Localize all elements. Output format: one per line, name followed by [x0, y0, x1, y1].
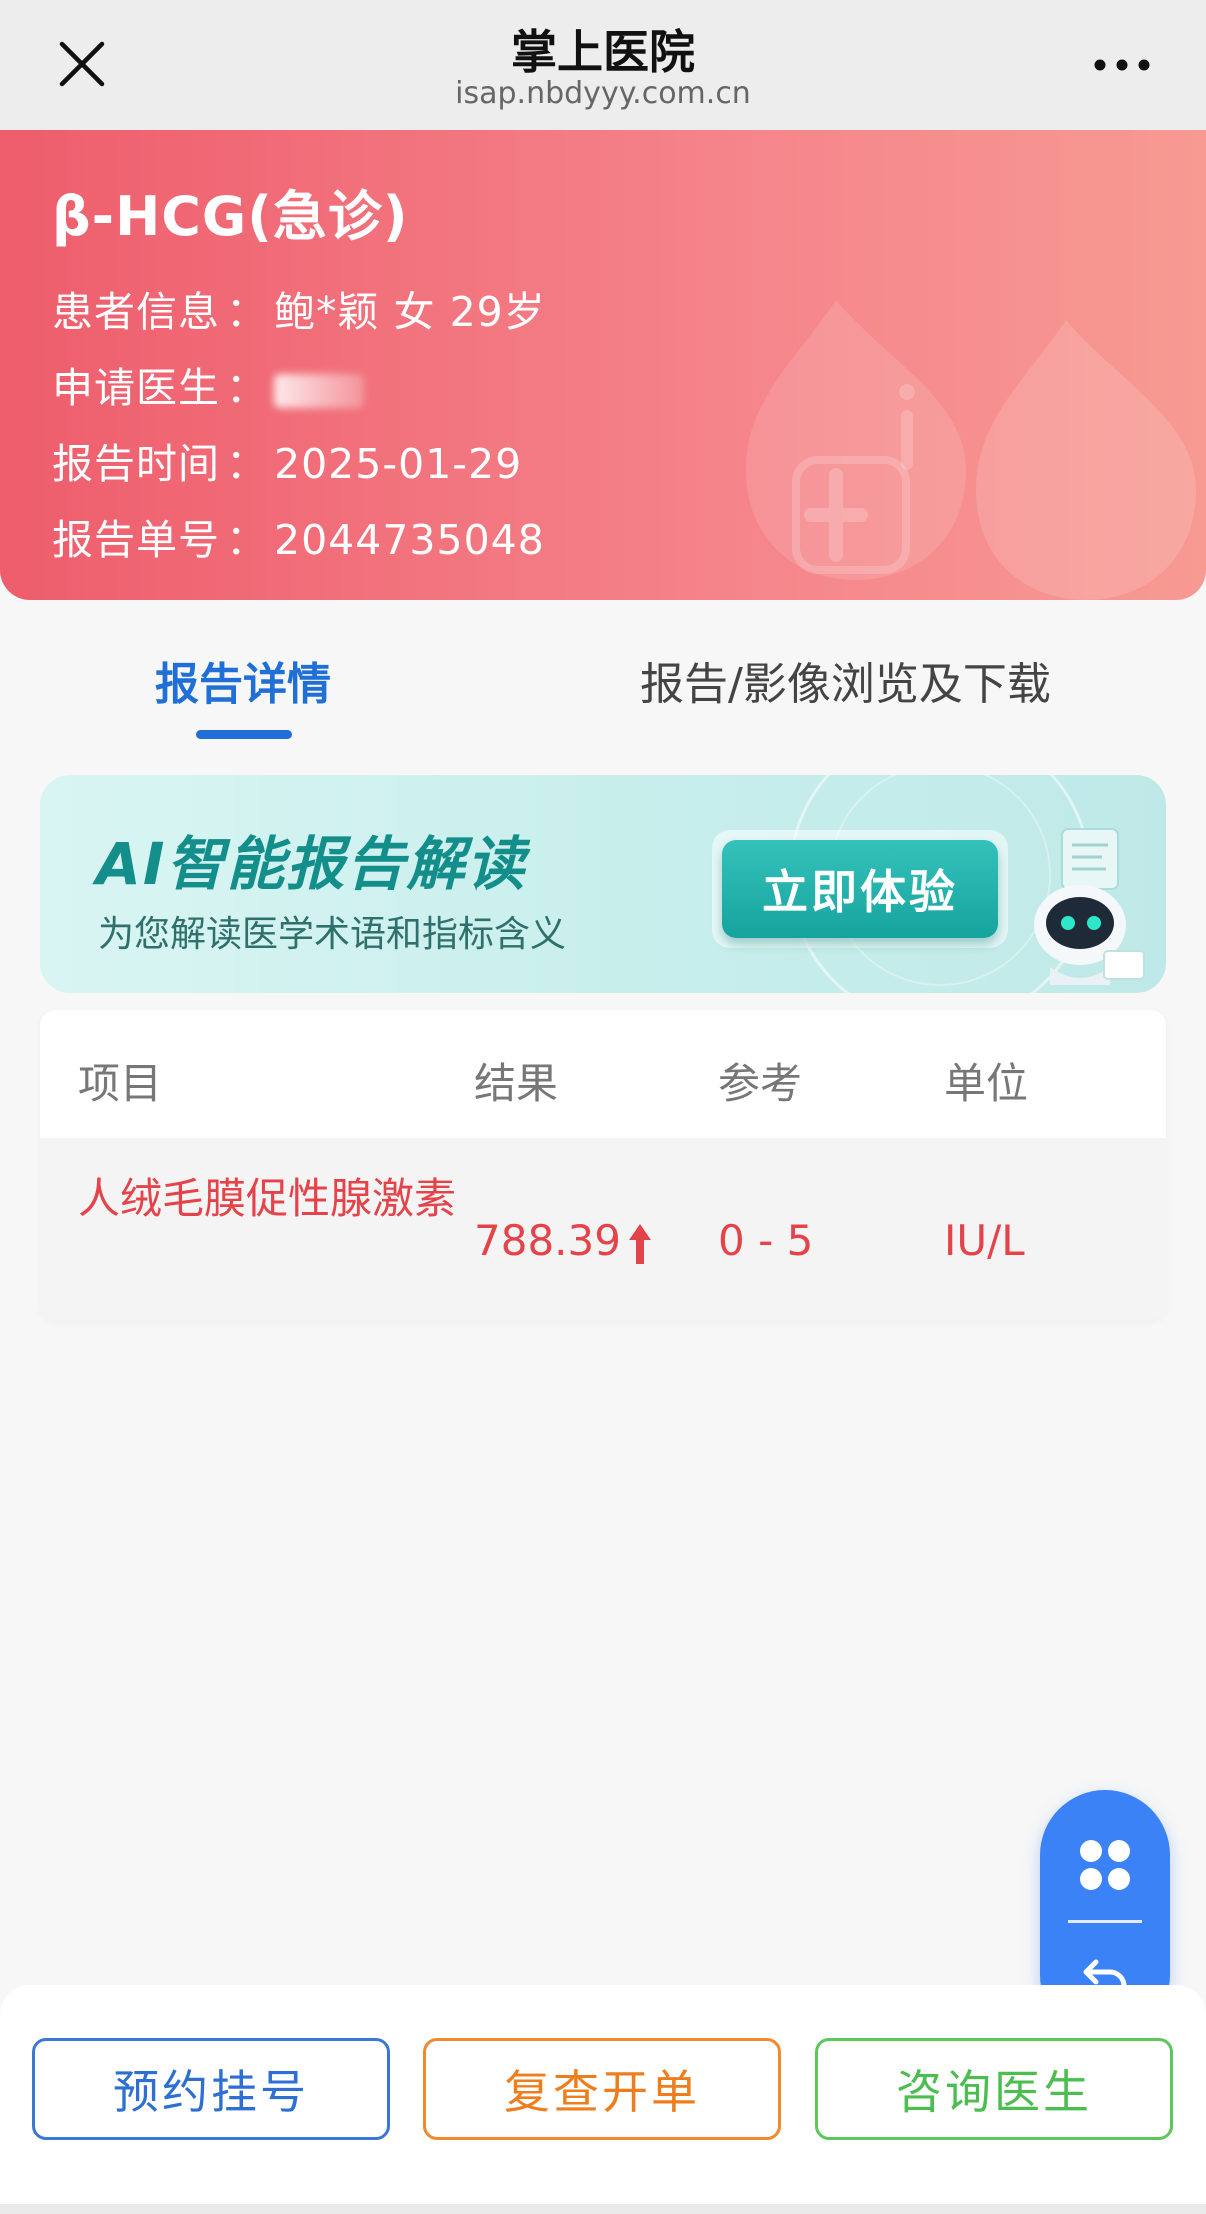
cell-item-name: 人绒毛膜促性腺激素	[78, 1174, 457, 1223]
table-row[interactable]: 人绒毛膜促性腺激素 788.39 0 - 5 IU/L	[40, 1138, 1166, 1320]
patient-info-label: 患者信息	[52, 288, 220, 336]
column-header-result: 结果	[474, 1059, 559, 1108]
separator: ：	[226, 364, 268, 412]
doctor-label: 申请医生	[52, 364, 220, 412]
home-indicator	[0, 2204, 1206, 2214]
doctor-row: 申请医生：	[52, 354, 364, 414]
ai-button-frame: 立即体验	[712, 830, 1008, 948]
page-url: isap.nbdyyy.com.cn	[455, 76, 751, 111]
consult-doctor-button[interactable]: 咨询医生	[815, 2038, 1173, 2140]
nav-bar: 掌上医院 isap.nbdyyy.com.cn	[0, 0, 1206, 130]
report-time-value: 2025-01-29	[274, 440, 523, 488]
cell-reference: 0 - 5	[718, 1216, 814, 1265]
column-header-reference: 参考	[718, 1059, 803, 1108]
ai-banner-title: AI智能报告解读	[96, 830, 527, 898]
report-header-card: β-HCG(急诊) 患者信息：鲍*颖 女 29岁 申请医生： 报告时间： 2025…	[0, 130, 1206, 600]
try-now-button[interactable]: 立即体验	[722, 840, 998, 938]
patient-info-row: 患者信息：鲍*颖 女 29岁	[52, 278, 546, 338]
tab-report-images-download[interactable]: 报告/影像浏览及下载	[640, 648, 1051, 712]
report-number-label: 报告单号	[52, 516, 220, 564]
separator: ：	[226, 440, 268, 488]
ai-banner-subtitle: 为您解读医学术语和指标含义	[98, 914, 567, 955]
page-title: 掌上医院	[511, 25, 695, 79]
report-number-value: 2044735048	[274, 516, 545, 564]
separator: ：	[226, 288, 268, 336]
book-appointment-button[interactable]: 预约挂号	[32, 2038, 390, 2140]
cell-result: 788.39	[474, 1216, 653, 1266]
report-time-row: 报告时间： 2025-01-29	[52, 430, 522, 490]
more-dots-icon[interactable]	[1090, 40, 1154, 90]
report-title: β-HCG(急诊)	[52, 185, 409, 248]
separator: ：	[226, 516, 268, 564]
redacted-doctor-name	[274, 374, 364, 408]
result-table: 项目 结果 参考 单位 人绒毛膜促性腺激素 788.39 0 - 5 IU/L	[40, 1010, 1166, 1320]
report-number-row: 报告单号： 2044735048	[52, 506, 545, 566]
active-tab-indicator	[196, 730, 292, 739]
table-header: 项目 结果 参考 单位	[40, 1010, 1166, 1138]
ai-report-banner[interactable]: AI智能报告解读 为您解读医学术语和指标含义 立即体验	[40, 775, 1166, 993]
robot-icon	[1034, 828, 1145, 985]
patient-info-value: 鲍*颖 女 29岁	[274, 288, 546, 336]
recheck-order-button[interactable]: 复查开单	[423, 2038, 781, 2140]
report-time-label: 报告时间	[52, 440, 220, 488]
bottom-action-bar: 预约挂号 复查开单 咨询医生	[0, 1985, 1206, 2214]
medical-drop-decoration-icon	[746, 300, 1196, 600]
result-value: 788.39	[474, 1216, 621, 1265]
fab-divider	[1068, 1920, 1142, 1923]
cell-unit: IU/L	[944, 1216, 1025, 1265]
four-petal-menu-icon[interactable]	[1078, 1838, 1132, 1892]
tab-report-details[interactable]: 报告详情	[155, 648, 331, 712]
column-header-item: 项目	[78, 1059, 163, 1108]
column-header-unit: 单位	[944, 1059, 1029, 1108]
arrow-up-icon	[628, 1223, 651, 1264]
